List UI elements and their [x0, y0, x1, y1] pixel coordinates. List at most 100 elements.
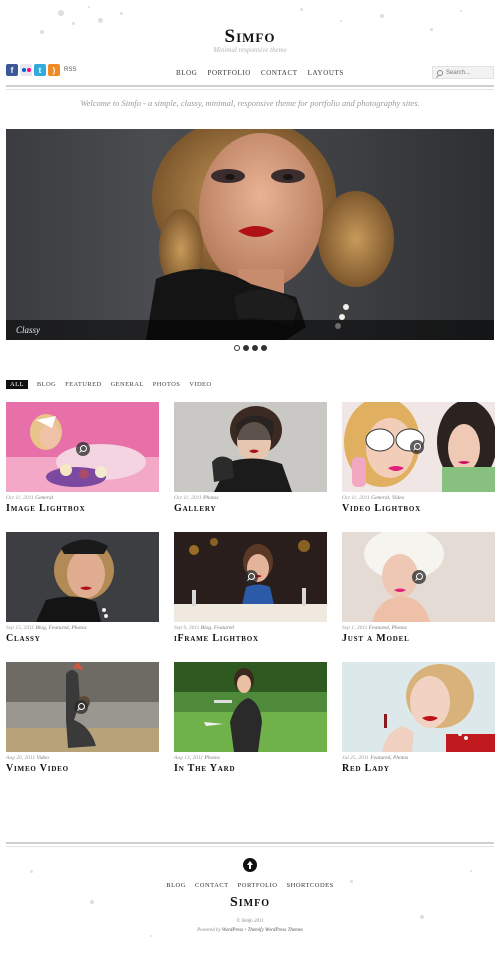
slider-dot-3[interactable]	[252, 345, 258, 351]
post-categories[interactable]: Featured, Photos	[369, 625, 407, 631]
post-meta: Sep 15, 2011 Blog, Featured, Photos	[6, 625, 159, 631]
post-title[interactable]: In The Yard	[174, 763, 327, 774]
slider-dot-2[interactable]	[243, 345, 249, 351]
post-thumbnail[interactable]	[174, 532, 327, 622]
nav-item-layouts[interactable]: Layouts	[308, 69, 344, 77]
post-categories[interactable]: Featured, Photos	[370, 755, 408, 761]
footer-site-title[interactable]: Simfo	[0, 895, 500, 911]
credit-wordpress-link[interactable]: WordPress	[222, 928, 243, 933]
post-categories[interactable]: Photos	[203, 495, 218, 501]
credit-prefix: Powered by	[197, 928, 221, 933]
post-categories[interactable]: General, Video	[371, 495, 404, 501]
welcome-message: Welcome to Simfo - a simple, classy, min…	[80, 98, 420, 108]
facebook-icon[interactable]: f	[6, 64, 18, 76]
flickr-icon[interactable]	[20, 64, 32, 76]
post-categories[interactable]: Blog, Featured, Photos	[36, 625, 87, 631]
footer-nav: Blog Contact Portfolio Shortcodes	[0, 882, 500, 889]
post-meta: Sep 1, 2011 Featured, Photos	[342, 625, 495, 631]
post-date: Oct 11, 2011	[6, 495, 34, 501]
post-card: Oct 11, 2011 General, Video Video Lightb…	[342, 402, 495, 514]
zoom-icon[interactable]	[76, 442, 90, 456]
credit-themify-link[interactable]: Themify WordPress Themes	[248, 928, 303, 933]
post-title[interactable]: Gallery	[174, 503, 327, 514]
nav-item-contact[interactable]: Contact	[261, 69, 298, 77]
post-card: Oct 11, 2011 Photos Gallery	[174, 402, 327, 514]
back-to-top-icon[interactable]	[243, 858, 257, 872]
filter-photos[interactable]: Photos	[153, 381, 181, 388]
post-title[interactable]: Image Lightbox	[6, 503, 159, 514]
post-card: Jul 25, 2011 Featured, Photos Red Lady	[342, 662, 495, 774]
slide-caption[interactable]: Classy	[16, 325, 40, 335]
site-title[interactable]: Simfo	[0, 26, 500, 48]
post-meta: Jul 25, 2011 Featured, Photos	[342, 755, 495, 761]
rss-icon[interactable]: )	[48, 64, 60, 76]
post-meta: Oct 11, 2011 Photos	[174, 495, 327, 501]
post-thumbnail[interactable]	[6, 532, 159, 622]
page: Simfo Minimal responsive theme f t ) RSS…	[0, 0, 500, 957]
rss-label[interactable]: RSS	[64, 67, 76, 73]
post-date: Oct 11, 2011	[174, 495, 202, 501]
search-icon	[437, 69, 443, 76]
footer-copyright: © Simfo 2011	[236, 919, 264, 924]
post-meta: Sep 9, 2011 Blog, Featured	[174, 625, 327, 631]
zoom-icon[interactable]	[244, 570, 258, 584]
twitter-icon[interactable]: t	[34, 64, 46, 76]
footer-divider	[6, 842, 494, 844]
post-card: Sep 15, 2011 Blog, Featured, Photos Clas…	[6, 532, 159, 644]
post-thumbnail[interactable]	[174, 402, 327, 492]
post-thumbnail[interactable]	[342, 532, 495, 622]
post-title[interactable]: Red Lady	[342, 763, 495, 774]
post-categories[interactable]: Blog, Featured	[201, 625, 234, 631]
nav-item-portfolio[interactable]: Portfolio	[207, 69, 250, 77]
post-date: Aug 13, 2011	[174, 755, 204, 761]
post-title[interactable]: iFrame Lightbox	[174, 633, 327, 644]
filter-all[interactable]: All	[6, 380, 28, 389]
post-thumbnail[interactable]	[174, 662, 327, 752]
post-title[interactable]: Just a Model	[342, 633, 495, 644]
header-divider-thin	[6, 89, 494, 90]
post-date: Jul 25, 2011	[342, 755, 369, 761]
post-categories[interactable]: Video	[36, 755, 48, 761]
post-categories[interactable]: Photos	[204, 755, 219, 761]
post-categories[interactable]: General	[35, 495, 53, 501]
zoom-icon[interactable]	[410, 440, 424, 454]
filter-featured[interactable]: Featured	[65, 381, 101, 388]
post-meta: Oct 11, 2011 General	[6, 495, 159, 501]
post-title[interactable]: Video Lightbox	[342, 503, 495, 514]
header-divider	[6, 85, 494, 87]
post-card: Aug 20, 2011 Video Vimeo Video	[6, 662, 159, 774]
post-thumbnail[interactable]	[342, 662, 495, 752]
nav-item-blog[interactable]: Blog	[176, 69, 197, 77]
post-thumbnail[interactable]	[6, 662, 159, 752]
post-meta: Aug 20, 2011 Video	[6, 755, 159, 761]
filter-general[interactable]: General	[111, 381, 144, 388]
slide-caption-bar	[6, 320, 494, 340]
post-card: Sep 1, 2011 Featured, Photos Just a Mode…	[342, 532, 495, 644]
post-card: Oct 11, 2011 General Image Lightbox	[6, 402, 159, 514]
site-tagline: Minimal responsive theme	[213, 46, 287, 54]
post-title[interactable]: Vimeo Video	[6, 763, 159, 774]
slider-dot-4[interactable]	[261, 345, 267, 351]
filter-blog[interactable]: Blog	[37, 381, 56, 388]
featured-slider[interactable]: Classy	[6, 129, 494, 340]
zoom-icon[interactable]	[412, 570, 426, 584]
slider-pagination	[234, 345, 267, 351]
post-thumbnail[interactable]	[6, 402, 159, 492]
post-meta: Oct 11, 2011 General, Video	[342, 495, 495, 501]
post-title[interactable]: Classy	[6, 633, 159, 644]
post-thumbnail[interactable]	[342, 402, 495, 492]
footer-divider-thin	[6, 846, 494, 847]
post-date: Aug 20, 2011	[6, 755, 36, 761]
zoom-icon[interactable]	[74, 700, 88, 714]
filter-video[interactable]: Video	[189, 381, 211, 388]
slider-dot-1[interactable]	[234, 345, 240, 351]
footer-nav-shortcodes[interactable]: Shortcodes	[287, 882, 334, 889]
footer-nav-portfolio[interactable]: Portfolio	[238, 882, 278, 889]
search-input[interactable]: Search...	[446, 70, 470, 76]
footer-nav-contact[interactable]: Contact	[195, 882, 229, 889]
footer-nav-blog[interactable]: Blog	[166, 882, 186, 889]
post-date: Sep 15, 2011	[6, 625, 35, 631]
post-card: Sep 9, 2011 Blog, Featured iFrame Lightb…	[174, 532, 327, 644]
portfolio-filter: All Blog Featured General Photos Video	[6, 380, 212, 389]
search-box[interactable]: Search...	[432, 66, 494, 79]
